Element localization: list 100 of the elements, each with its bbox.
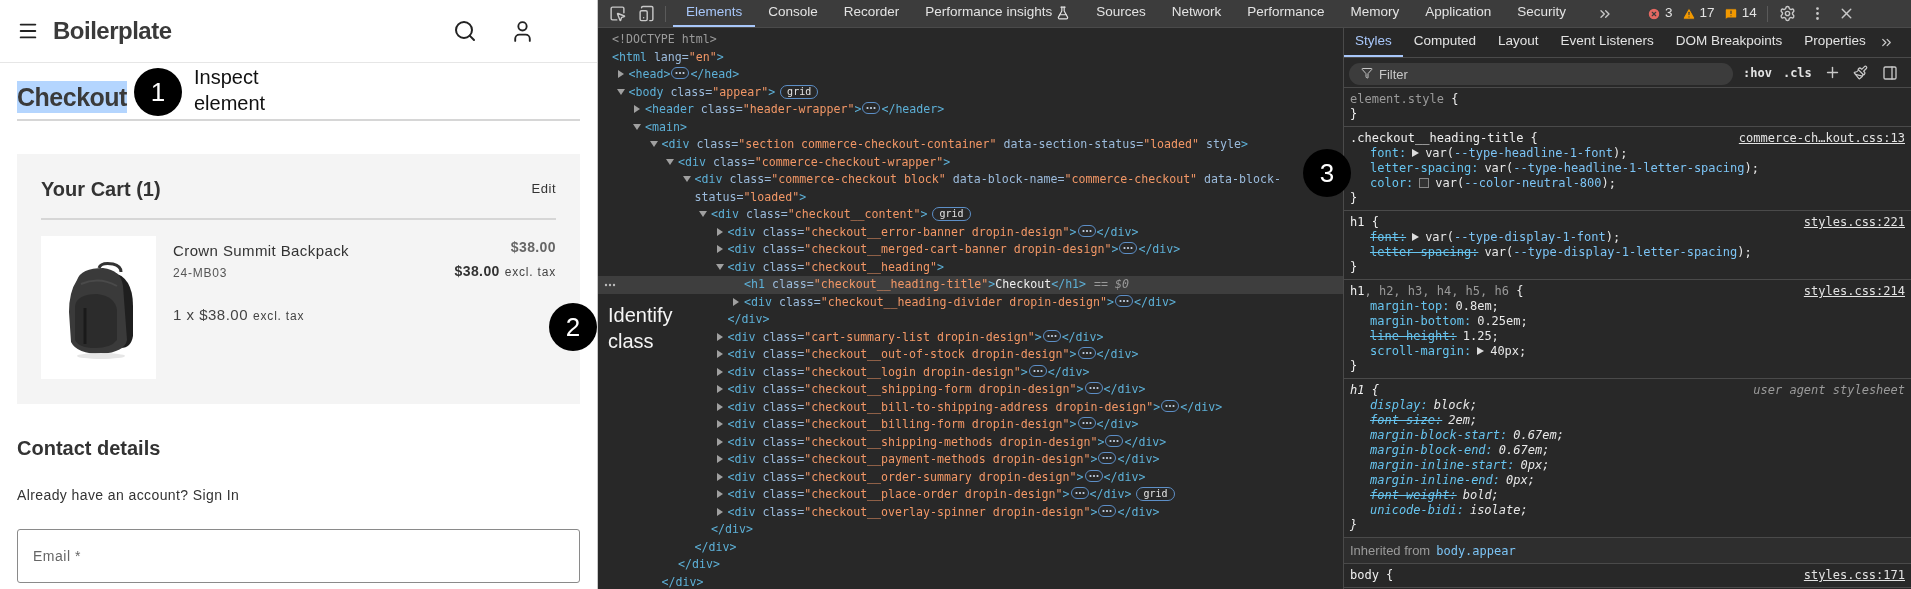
css-value[interactable]: 0.67em; bbox=[1498, 443, 1550, 457]
panel-tab[interactable]: Network bbox=[1158, 0, 1235, 27]
expand-triangle-icon[interactable] bbox=[715, 455, 724, 463]
html-tag[interactable]: <header class="header-wrapper"> bbox=[645, 101, 862, 119]
css-property[interactable]: color: bbox=[1370, 176, 1414, 190]
expand-triangle-icon[interactable] bbox=[715, 245, 724, 253]
collapsed-content-button[interactable] bbox=[1098, 452, 1117, 464]
html-tag[interactable]: <div class="checkout__payment-methods dropin-design"> bbox=[727, 451, 1098, 469]
devices-icon[interactable] bbox=[638, 5, 655, 22]
html-tag[interactable]: </div> bbox=[1089, 487, 1132, 501]
css-value[interactable]: 40px; bbox=[1490, 344, 1527, 358]
edit-link[interactable]: Edit bbox=[531, 179, 556, 199]
selected-row-highlight[interactable]: <h1 class="checkout__heading-title">Checkout</h1> == $0 bbox=[598, 276, 1343, 294]
html-tag[interactable]: </header> bbox=[881, 102, 945, 116]
css-property[interactable]: margin-block-end: bbox=[1370, 443, 1493, 457]
html-tag[interactable]: <div class="checkout__error-banner dropin-design"> bbox=[727, 223, 1077, 241]
collapsed-content-button[interactable] bbox=[1077, 224, 1096, 237]
css-value[interactable]: 0.25em; bbox=[1477, 314, 1528, 328]
html-tag[interactable]: </div> bbox=[1133, 294, 1176, 309]
html-tag[interactable]: </head> bbox=[690, 67, 740, 81]
html-tag[interactable]: <div class="checkout__overlay-spinner dropin-design"> bbox=[727, 503, 1098, 521]
panel-tab[interactable]: Memory bbox=[1337, 0, 1413, 27]
collapsed-content-button[interactable] bbox=[1070, 487, 1089, 499]
css-property[interactable]: scroll-margin: bbox=[1370, 344, 1472, 358]
html-tag[interactable]: </div> bbox=[1103, 469, 1146, 484]
collapsed-content-button[interactable] bbox=[1119, 242, 1138, 254]
sidebar-tab[interactable]: Properties bbox=[1793, 28, 1877, 57]
css-value[interactable]: var(--type-headline-1-letter-spacing); bbox=[1484, 161, 1759, 175]
expand-triangle-icon[interactable] bbox=[633, 105, 641, 113]
panel-tab[interactable]: Security bbox=[1504, 0, 1580, 27]
panel-tab[interactable]: Performance bbox=[1234, 0, 1338, 27]
inherited-from-link[interactable]: body.appear bbox=[1436, 541, 1516, 560]
html-tag[interactable]: </div> bbox=[1138, 242, 1181, 256]
expand-triangle-icon[interactable] bbox=[616, 70, 625, 78]
source-link[interactable]: commerce-ch…kout.css:13 bbox=[1738, 131, 1905, 146]
expand-triangle-icon[interactable] bbox=[715, 227, 724, 236]
collapsed-content-button[interactable] bbox=[1114, 294, 1133, 307]
html-tag[interactable]: </div> bbox=[1103, 382, 1146, 396]
css-property[interactable]: margin-inline-end: bbox=[1370, 473, 1501, 487]
html-tag[interactable]: </div> bbox=[1124, 434, 1167, 449]
css-value[interactable]: 0px; bbox=[1520, 458, 1550, 472]
panel-tab[interactable]: Console bbox=[755, 0, 831, 27]
collapsed-content-button[interactable] bbox=[671, 67, 690, 79]
html-tag[interactable]: </div> bbox=[711, 522, 753, 536]
expand-triangle-icon[interactable] bbox=[715, 402, 724, 411]
paintbrush-icon[interactable] bbox=[1852, 65, 1868, 80]
collapsed-content-button[interactable] bbox=[1098, 504, 1117, 517]
email-field[interactable]: Email * bbox=[17, 529, 580, 583]
html-tag[interactable]: <div class="checkout__order-summary dropin-design"> bbox=[727, 468, 1084, 486]
html-tag[interactable]: </div> bbox=[1117, 452, 1160, 466]
css-value[interactable]: block; bbox=[1433, 398, 1478, 412]
expand-triangle-icon[interactable] bbox=[1412, 233, 1420, 241]
color-swatch-icon[interactable] bbox=[1419, 178, 1430, 188]
html-tag[interactable]: </div> bbox=[661, 574, 704, 589]
collapsed-content-button[interactable] bbox=[1161, 399, 1180, 412]
source-link[interactable]: styles.css:214 bbox=[1803, 284, 1905, 299]
html-tag[interactable]: </div> bbox=[1061, 329, 1104, 344]
html-tag[interactable]: </div> bbox=[694, 539, 737, 554]
expand-triangle-icon[interactable] bbox=[715, 490, 724, 498]
expand-triangle-icon[interactable] bbox=[715, 472, 724, 481]
panel-tab[interactable]: Performance insights bbox=[912, 0, 1084, 27]
panel-tab[interactable]: Application bbox=[1412, 0, 1505, 27]
collapsed-content-button[interactable] bbox=[862, 102, 881, 114]
expand-triangle-icon[interactable] bbox=[633, 122, 641, 131]
sidebar-tab[interactable]: Event Listeners bbox=[1549, 28, 1665, 57]
expand-triangle-icon[interactable] bbox=[666, 157, 674, 166]
css-value[interactable]: 0.67em; bbox=[1513, 428, 1564, 442]
settings-icon[interactable] bbox=[1778, 5, 1796, 22]
collapsed-content-button[interactable] bbox=[1077, 417, 1096, 429]
html-tag[interactable]: <head> bbox=[628, 66, 671, 84]
html-tag[interactable]: <div class="checkout__login dropin-design"> bbox=[727, 363, 1028, 381]
expand-triangle-icon[interactable] bbox=[715, 507, 724, 516]
html-tag[interactable]: <div class="checkout__heading"> bbox=[727, 258, 944, 276]
html-tag[interactable]: <div class="commerce-checkout-wrapper"> bbox=[678, 153, 951, 171]
class-toggle-button[interactable]: .cls bbox=[1782, 63, 1812, 82]
panel-tab[interactable]: Elements bbox=[673, 0, 756, 27]
sidebar-toggle-icon[interactable] bbox=[1881, 64, 1898, 81]
html-tag[interactable]: <div class="checkout__heading-divider dropin-design"> bbox=[744, 293, 1114, 311]
issues-count-button[interactable]: 14 bbox=[1723, 3, 1757, 24]
expand-triangle-icon[interactable] bbox=[616, 87, 625, 96]
collapsed-content-button[interactable] bbox=[1105, 434, 1124, 447]
css-value[interactable]: 2em; bbox=[1448, 413, 1478, 427]
html-tag[interactable]: <html lang="en"> bbox=[612, 48, 724, 66]
css-value[interactable]: var(--type-headline-1-font); bbox=[1425, 146, 1628, 160]
html-tag[interactable]: </div> bbox=[1047, 364, 1090, 379]
inspect-icon[interactable] bbox=[609, 5, 626, 22]
expand-triangle-icon[interactable] bbox=[715, 420, 724, 428]
html-tag[interactable]: </div> bbox=[1180, 399, 1223, 414]
expand-triangle-icon[interactable] bbox=[715, 437, 724, 446]
expand-triangle-icon[interactable] bbox=[715, 262, 724, 271]
html-tag[interactable]: <h1 class="checkout__heading-title"> bbox=[744, 276, 996, 294]
panel-tab[interactable]: Recorder bbox=[830, 0, 913, 27]
expand-triangle-icon[interactable] bbox=[682, 175, 691, 183]
expand-triangle-icon[interactable] bbox=[732, 297, 740, 306]
collapsed-content-button[interactable] bbox=[1028, 364, 1047, 377]
css-property[interactable]: line-height: bbox=[1370, 329, 1457, 343]
source-link[interactable]: styles.css:171 bbox=[1803, 568, 1905, 583]
html-tag[interactable]: <div class="checkout__out-of-stock dropin-design"> bbox=[727, 346, 1077, 364]
expand-triangle-icon[interactable] bbox=[1477, 347, 1485, 355]
html-tag[interactable]: </div> bbox=[1096, 347, 1139, 361]
